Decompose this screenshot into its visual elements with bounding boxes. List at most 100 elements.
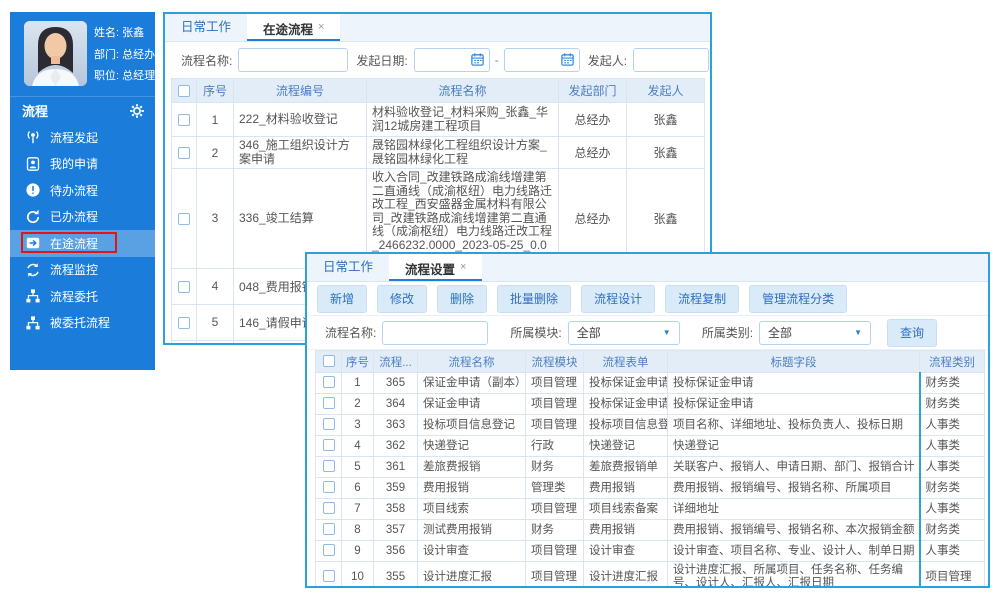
row-checkbox[interactable]: [178, 147, 190, 159]
table-row: 2 364 保证金申请 项目管理 投标保证金申请 投标保证金申请 财务类: [316, 394, 985, 415]
select-all-checkbox[interactable]: [178, 85, 190, 97]
calendar-icon[interactable]: [560, 52, 575, 67]
add-button[interactable]: 新增: [317, 285, 367, 313]
alert-circle-icon: [25, 182, 41, 198]
sidebar-item-delegated-flows[interactable]: 被委托流程: [10, 310, 155, 337]
tab-daily-work[interactable]: 日常工作: [307, 254, 389, 281]
table-row: 10 355 设计进度汇报 项目管理 设计进度汇报 设计进度汇报、所属项目、任务…: [316, 562, 985, 589]
sidebar-item-label: 在途流程: [50, 235, 98, 252]
sync-icon: [25, 262, 41, 278]
desktop: 姓名: 张鑫 部门: 总经办 职位: 总经理 流程 流程发起: [0, 0, 1000, 600]
col-no: 序号: [342, 351, 374, 373]
row-checkbox[interactable]: [323, 570, 335, 582]
batch-delete-button[interactable]: 批量删除: [497, 285, 571, 313]
table-header-row: 序号 流程... 流程名称 流程模块 流程表单 标题字段 流程类别: [316, 351, 985, 373]
sidebar-item-in-transit-flows[interactable]: 在途流程: [10, 230, 155, 257]
col-flow-name: 流程名称: [367, 79, 559, 103]
sidebar-item-label: 流程监控: [50, 261, 98, 278]
col-flow-form: 流程表单: [584, 351, 668, 373]
flow-copy-button[interactable]: 流程复制: [665, 285, 739, 313]
table-header-row: 序号 流程编号 流程名称 发起部门 发起人: [172, 79, 705, 103]
row-checkbox[interactable]: [323, 439, 335, 451]
sidebar-item-label: 我的申请: [50, 155, 98, 172]
delete-button[interactable]: 删除: [437, 285, 487, 313]
row-checkbox[interactable]: [178, 281, 190, 293]
col-initiator: 发起人: [627, 79, 705, 103]
sitemap-icon: [25, 288, 41, 304]
sidebar-item-flow-delegate[interactable]: 流程委托: [10, 283, 155, 310]
avatar-image: [24, 21, 87, 86]
gear-icon[interactable]: [129, 103, 145, 119]
avatar: [24, 21, 87, 86]
filter-bar: 流程名称: 所属模块: 全部 ▼ 所属类别: 全部 ▼ 查询: [307, 316, 988, 350]
row-checkbox[interactable]: [323, 502, 335, 514]
row-checkbox[interactable]: [178, 114, 190, 126]
search-button[interactable]: 查询: [887, 319, 937, 347]
row-checkbox[interactable]: [323, 544, 335, 556]
row-checkbox[interactable]: [323, 523, 335, 535]
tab-daily-work[interactable]: 日常工作: [165, 14, 247, 41]
flow-name-label: 流程名称:: [181, 52, 232, 69]
manage-flow-category-button[interactable]: 管理流程分类: [749, 285, 847, 313]
id-badge-icon: [25, 156, 41, 172]
start-date-to: [504, 48, 580, 72]
initiator-label: 发起人:: [588, 52, 627, 69]
row-checkbox[interactable]: [178, 213, 190, 225]
user-name: 姓名: 张鑫: [94, 23, 155, 45]
row-checkbox[interactable]: [323, 376, 335, 388]
module-select[interactable]: 全部 ▼: [568, 321, 680, 345]
row-checkbox[interactable]: [323, 397, 335, 409]
sidebar-item-flow-start[interactable]: 流程发起: [10, 124, 155, 151]
table-row: 1 365 保证金申请（副本） 项目管理 投标保证金申请 投标保证金申请 财务类: [316, 373, 985, 394]
close-icon[interactable]: ×: [460, 261, 466, 273]
sidebar-item-done-flows[interactable]: 已办流程: [10, 204, 155, 231]
col-flow-code: 流程编号: [234, 79, 367, 103]
flow-name-input[interactable]: [238, 48, 348, 72]
sidebar-item-my-applications[interactable]: 我的申请: [10, 151, 155, 178]
start-date-label: 发起日期:: [356, 52, 407, 69]
sidebar-item-label: 已办流程: [50, 208, 98, 225]
initiator-input[interactable]: [633, 48, 709, 72]
category-select-value: 全部: [768, 324, 792, 341]
tab-in-transit-flows[interactable]: 在途流程 ×: [247, 14, 340, 41]
select-all-checkbox[interactable]: [323, 355, 335, 367]
sidebar-item-flow-monitor[interactable]: 流程监控: [10, 257, 155, 284]
calendar-icon[interactable]: [470, 52, 485, 67]
table-row: 9 356 设计审查 项目管理 设计审查 设计审查、项目名称、专业、设计人、制单…: [316, 541, 985, 562]
row-checkbox[interactable]: [178, 317, 190, 329]
col-no: 序号: [197, 79, 234, 103]
start-date-from: [414, 48, 490, 72]
tab-flow-settings[interactable]: 流程设置 ×: [389, 254, 482, 281]
tab-label: 流程设置: [405, 263, 455, 277]
tab-label: 在途流程: [263, 23, 313, 37]
sidebar-item-label: 待办流程: [50, 182, 98, 199]
table-row: 1 222_材料验收登记 材料验收登记_材料采购_张鑫_华润12城房建工程项目 …: [172, 103, 705, 137]
flow-settings-table: 序号 流程... 流程名称 流程模块 流程表单 标题字段 流程类别 1 365 …: [315, 350, 985, 588]
tab-bar: 日常工作 流程设置 ×: [307, 254, 988, 282]
chevron-down-icon: ▼: [663, 328, 671, 337]
flow-design-button[interactable]: 流程设计: [581, 285, 655, 313]
date-range-separator: -: [495, 53, 499, 67]
close-icon[interactable]: ×: [318, 21, 324, 33]
in-transit-icon: [25, 235, 41, 251]
category-label: 所属类别:: [702, 324, 753, 341]
chevron-down-icon: ▼: [854, 328, 862, 337]
sidebar-item-label: 流程委托: [50, 288, 98, 305]
sidebar-item-todo-flows[interactable]: 待办流程: [10, 177, 155, 204]
edit-button[interactable]: 修改: [377, 285, 427, 313]
row-checkbox[interactable]: [323, 481, 335, 493]
redo-icon: [25, 209, 41, 225]
filter-bar: 流程名称: 发起日期: -: [165, 42, 710, 78]
category-select[interactable]: 全部 ▼: [759, 321, 871, 345]
broadcast-icon: [25, 129, 41, 145]
flow-name-input[interactable]: [382, 321, 488, 345]
toolbar: 新增 修改 删除 批量删除 流程设计 流程复制 管理流程分类: [307, 282, 988, 316]
col-flow-module: 流程模块: [526, 351, 584, 373]
row-checkbox[interactable]: [323, 418, 335, 430]
table-row: 5 361 差旅费报销 财务 差旅费报销单 关联客户、报销人、申请日期、部门、报…: [316, 457, 985, 478]
col-flow-code: 流程...: [374, 351, 418, 373]
col-dept: 发起部门: [559, 79, 627, 103]
tab-bar: 日常工作 在途流程 ×: [165, 14, 710, 42]
select-all-cell: [316, 351, 342, 373]
row-checkbox[interactable]: [323, 460, 335, 472]
